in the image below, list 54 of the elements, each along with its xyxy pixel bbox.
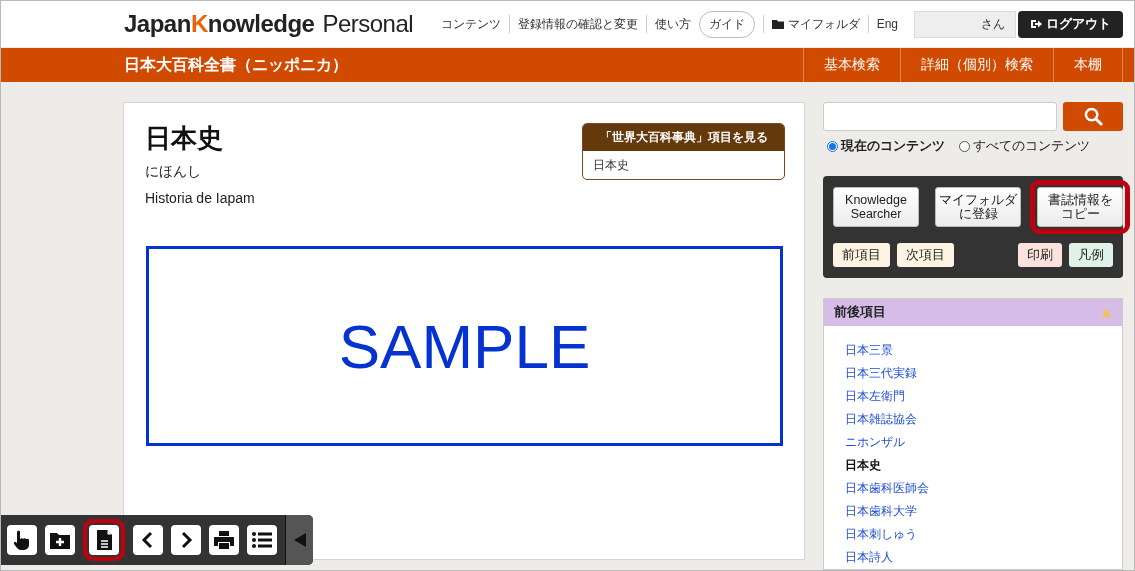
nav-button[interactable]: 次項目: [897, 243, 954, 267]
panel-header[interactable]: 前後項目: [824, 299, 1122, 326]
toolbar-button[interactable]: [247, 525, 277, 555]
logout-button[interactable]: ログアウト: [1018, 10, 1123, 38]
entry-link[interactable]: 日本歯科医師会: [845, 480, 1122, 497]
header-link[interactable]: コンテンツ: [432, 15, 509, 33]
entry-link[interactable]: 日本詩人: [845, 549, 1122, 566]
header-link[interactable]: Eng: [867, 15, 906, 33]
toolbar-button[interactable]: [171, 525, 201, 555]
entry-title: 日本史: [145, 122, 223, 155]
sample-overlay: SAMPLE: [146, 246, 783, 446]
search-icon: [1083, 107, 1103, 126]
legend-button[interactable]: 凡例: [1069, 243, 1113, 267]
entry-link[interactable]: 日本歯科大学: [845, 503, 1122, 520]
toolbar-button[interactable]: [7, 525, 37, 555]
user-name: さん: [914, 10, 1016, 38]
toolbar-button[interactable]: [209, 525, 239, 555]
entry-link[interactable]: 日本三景: [845, 342, 1122, 359]
entry-link[interactable]: ニホンザル: [845, 434, 1122, 451]
toolbar-button[interactable]: [45, 525, 75, 555]
nav-button[interactable]: 前項目: [833, 243, 890, 267]
list-icon: [251, 529, 273, 551]
nav-link[interactable]: 詳細（個別）検索: [900, 48, 1053, 82]
header-link[interactable]: 登録情報の確認と変更: [508, 15, 646, 33]
entry-link[interactable]: 日本三代実録: [845, 365, 1122, 382]
action-button[interactable]: Knowledge Searcher: [833, 187, 919, 227]
print-button[interactable]: 印刷: [1018, 243, 1062, 267]
collapse-arrow-icon: [293, 533, 306, 547]
scope-radio[interactable]: 現在のコンテンツ: [827, 138, 945, 155]
header-link[interactable]: 使い方: [645, 15, 699, 33]
search-button[interactable]: [1063, 102, 1123, 131]
entry-reading: にほんし: [145, 163, 201, 181]
entry-link[interactable]: 日本雑誌協会: [845, 411, 1122, 428]
entry-link[interactable]: 日本左衛門: [845, 388, 1122, 405]
folder-icon: [771, 19, 784, 29]
action-button[interactable]: マイフォルダ に登録: [935, 187, 1021, 227]
nav-link[interactable]: 本棚: [1053, 48, 1123, 82]
nav-link[interactable]: 基本検索: [803, 48, 900, 82]
action-button[interactable]: 書誌情報を コピー: [1037, 187, 1123, 227]
current-entry[interactable]: 日本史: [845, 457, 1122, 474]
related-entry-header: 「世界大百科事典」項目を見る: [583, 124, 784, 151]
entry-foreign-name: Historia de Iapam: [145, 190, 255, 206]
logout-icon: [1030, 18, 1042, 30]
toolbar-button[interactable]: [89, 525, 119, 555]
related-entry-link[interactable]: 日本史: [583, 151, 784, 179]
logo[interactable]: JapanKnowledge Personal: [124, 10, 414, 38]
entry-link[interactable]: 日本刺しゅう: [845, 526, 1122, 543]
folder-link[interactable]: マイフォルダ: [762, 15, 868, 33]
scope-radio[interactable]: すべてのコンテンツ: [959, 138, 1090, 155]
search-field[interactable]: [823, 102, 1057, 131]
toolbar-button[interactable]: [133, 525, 163, 555]
toolbar-toggle[interactable]: [285, 515, 313, 565]
encyclopedia-title: 日本大百科全書（ニッポニカ）: [124, 54, 348, 75]
printer-icon: [213, 529, 235, 551]
